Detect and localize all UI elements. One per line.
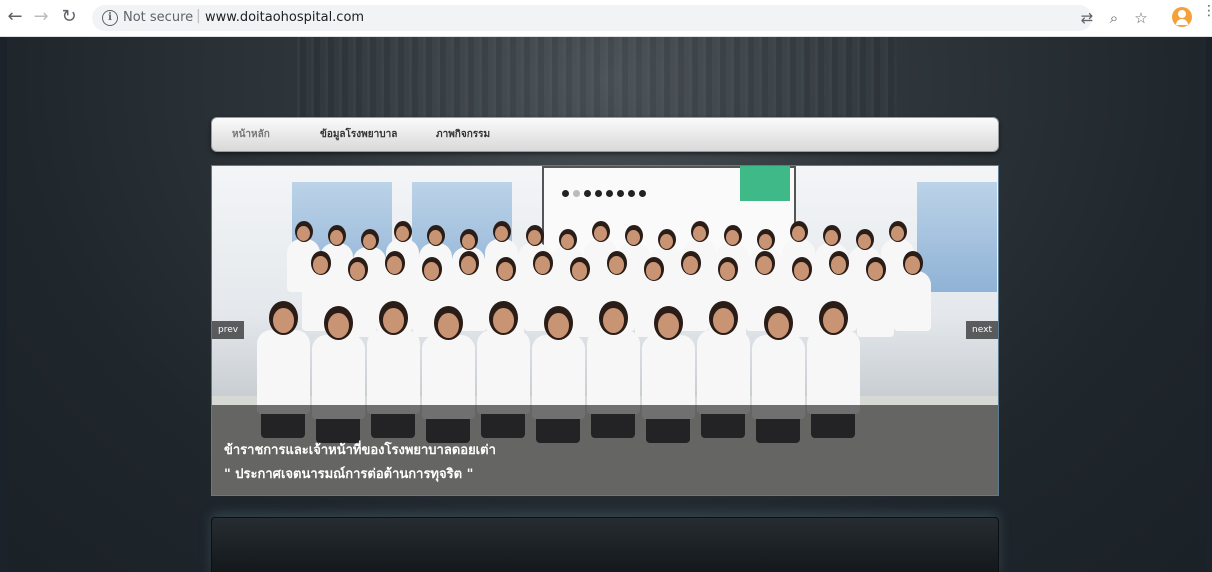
person-shirt <box>807 329 860 414</box>
menu-item-home[interactable]: หน้าหลัก <box>232 127 270 142</box>
profile-avatar-icon[interactable] <box>1172 7 1192 27</box>
translate-icon[interactable]: ⇄ <box>1077 8 1097 28</box>
person-shirt <box>367 329 420 414</box>
slide-dot[interactable] <box>639 190 646 197</box>
divider: | <box>196 8 201 24</box>
person-shirt <box>257 329 310 414</box>
prev-button[interactable]: prev <box>212 321 245 339</box>
slide-dot[interactable] <box>628 190 635 197</box>
menu-item-hospital-info[interactable]: ข้อมูลโรงพยาบาล <box>320 127 397 142</box>
image-slider: prev next ข้าราชการและเจ้าหน้าที่ของโรงพ… <box>211 165 999 496</box>
reload-icon[interactable]: ↻ <box>58 6 80 28</box>
zoom-icon[interactable]: ⌕ <box>1104 8 1124 28</box>
person-shirt <box>587 329 640 414</box>
slide-dot[interactable] <box>595 190 602 197</box>
slide-dots <box>562 182 650 201</box>
person-shirt <box>697 329 750 414</box>
header-texture <box>297 37 897 117</box>
address-bar[interactable]: i Not secure | www.doitaohospital.com <box>92 5 1092 31</box>
forward-icon[interactable]: → <box>30 6 52 28</box>
page-background: หน้าหลัก ข้อมูลโรงพยาบาล ภาพกิจกรรม prev… <box>7 37 1206 572</box>
curtain <box>917 182 997 292</box>
slide-dot[interactable] <box>573 190 580 197</box>
person-shirt <box>477 329 530 414</box>
more-menu-icon[interactable]: ⋮ <box>1202 4 1212 18</box>
green-board <box>740 166 790 201</box>
slide-dot[interactable] <box>584 190 591 197</box>
slide-dot[interactable] <box>562 190 569 197</box>
person-shirt <box>894 271 932 331</box>
back-icon[interactable]: ← <box>4 6 26 28</box>
browser-toolbar: ← → ↻ i Not secure | www.doitaohospital.… <box>0 0 1212 37</box>
slide-dot[interactable] <box>606 190 613 197</box>
person-shirt <box>857 277 895 337</box>
menu-item-activity-photos[interactable]: ภาพกิจกรรม <box>436 127 490 142</box>
caption-line-2: " ประกาศเจตนารมณ์การต่อต้านการทุจริต " <box>224 467 474 482</box>
info-icon[interactable]: i <box>102 10 118 26</box>
next-button[interactable]: next <box>966 321 998 339</box>
security-label[interactable]: Not secure <box>123 10 193 25</box>
url-text[interactable]: www.doitaohospital.com <box>205 10 364 25</box>
slide-caption: ข้าราชการและเจ้าหน้าที่ของโรงพยาบาลดอยเต… <box>212 405 998 495</box>
content-panel <box>211 517 999 572</box>
bookmark-star-icon[interactable]: ☆ <box>1131 8 1151 28</box>
caption-line-1: ข้าราชการและเจ้าหน้าที่ของโรงพยาบาลดอยเต… <box>224 443 496 458</box>
slide-dot[interactable] <box>617 190 624 197</box>
site-menu-bar: หน้าหลัก ข้อมูลโรงพยาบาล ภาพกิจกรรม <box>211 117 999 152</box>
